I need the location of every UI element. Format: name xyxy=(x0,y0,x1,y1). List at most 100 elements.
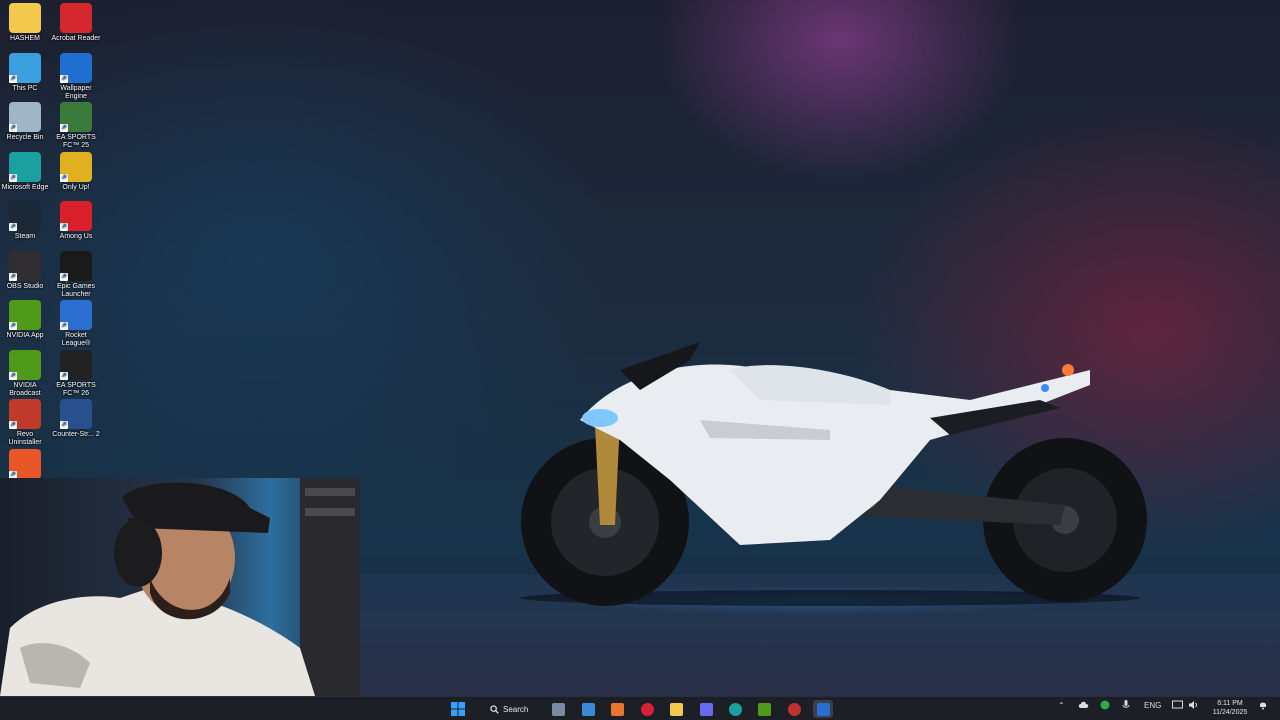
opera-app-taskbar-button[interactable] xyxy=(637,700,657,718)
shortcut-arrow-icon: ↗ xyxy=(60,223,68,231)
shortcut-arrow-icon: ↗ xyxy=(9,223,17,231)
shortcut-arrow-icon: ↗ xyxy=(60,124,68,132)
microphone-icon[interactable] xyxy=(1122,700,1130,712)
desktop-icon-label: EA SPORTS FC™ 25 xyxy=(56,134,96,149)
desktop-icon-among-us[interactable]: ↗ Among Us xyxy=(51,201,101,241)
desktop-icon-rocket-league[interactable]: ↗ Rocket League® xyxy=(51,300,101,348)
clock[interactable]: 6:11 PM 11/24/2025 xyxy=(1204,699,1256,717)
taskbar: Search ⌃ ENG 6:11 PM 11/24/2025 xyxy=(0,696,1280,720)
desktop-icon-only-up[interactable]: ↗ Only Up! xyxy=(51,151,101,192)
recycle-bin-icon: ↗ xyxy=(9,102,41,132)
shortcut-arrow-icon: ↗ xyxy=(60,421,68,429)
desktop-icon-nvidia-broadcast[interactable]: ↗ NVIDIA Broadcast xyxy=(0,349,50,398)
cloud-app-icon xyxy=(610,702,624,716)
desktop-icon-epic-games[interactable]: ↗ Epic Games Launcher xyxy=(51,250,101,299)
shortcut-arrow-icon: ↗ xyxy=(60,322,68,330)
rocket-league-icon: ↗ xyxy=(60,300,92,330)
file-explorer-app-icon xyxy=(669,702,683,716)
shortcut-arrow-icon: ↗ xyxy=(9,322,17,330)
desktop-icon-label: NVIDIA App xyxy=(6,332,44,339)
cloud-icon[interactable] xyxy=(1078,700,1090,712)
xbox-icon[interactable] xyxy=(1100,700,1110,712)
desktop-icon-label: Microsoft Edge xyxy=(1,183,49,191)
desktop-icon-revo-uninstaller[interactable]: ↗ Revo Uninstaller xyxy=(0,399,50,447)
motorcycle-image xyxy=(520,342,1147,606)
desktop-icon-nvidia[interactable]: ↗ NVIDIA App xyxy=(0,300,50,340)
network-icon[interactable] xyxy=(1172,700,1183,712)
shortcut-arrow-icon: ↗ xyxy=(60,272,68,281)
steam-icon: ↗ xyxy=(9,201,41,231)
desktop-icon-label: Steam xyxy=(14,233,36,240)
shortcut-arrow-icon: ↗ xyxy=(9,124,17,132)
desktop-icon-edge[interactable]: ↗ Microsoft Edge xyxy=(0,151,50,192)
file-explorer-app-taskbar-button[interactable] xyxy=(666,700,686,718)
shortcut-arrow-icon: ↗ xyxy=(9,371,17,380)
edge-app-taskbar-button[interactable] xyxy=(725,700,745,718)
search-label: Search xyxy=(503,704,529,714)
folder-icon xyxy=(9,3,41,33)
acrobat-icon xyxy=(60,3,92,33)
counter-strike-icon: ↗ xyxy=(60,399,92,429)
desktop-icon-label: Revo Uninstaller xyxy=(8,431,42,446)
webcam-overlay xyxy=(0,478,360,696)
shortcut-arrow-icon: ↗ xyxy=(9,173,17,182)
windows-logo-icon xyxy=(451,702,465,716)
desktop-icon-label: Acrobat Reader xyxy=(51,35,101,42)
discord-app-taskbar-button[interactable] xyxy=(696,700,716,718)
desktop-icon-label: Among Us xyxy=(59,233,93,240)
desktop-icon-label: Epic Games Launcher xyxy=(56,282,96,298)
shortcut-arrow-icon: ↗ xyxy=(60,74,68,83)
clock-time: 6:11 PM xyxy=(1217,700,1243,707)
recorder-app-icon xyxy=(787,702,801,716)
settings-app-taskbar-button[interactable] xyxy=(548,700,568,718)
shortcut-arrow-icon: ↗ xyxy=(9,74,17,83)
language-indicator[interactable]: ENG xyxy=(1144,701,1161,710)
wallpaper-engine-icon: ↗ xyxy=(60,52,92,83)
ccc-icon: ↗ xyxy=(9,448,41,479)
revo-uninstaller-icon: ↗ xyxy=(9,399,41,429)
desktop-icon-wallpaper-engine[interactable]: ↗ Wallpaper Engine xyxy=(51,52,101,101)
desktop-icon-label: This PC xyxy=(12,84,38,92)
nvidia-icon: ↗ xyxy=(9,300,41,330)
epic-games-icon: ↗ xyxy=(60,250,92,281)
shortcut-arrow-icon: ↗ xyxy=(9,272,17,281)
edge-icon: ↗ xyxy=(9,151,41,182)
desktop-icon-acrobat[interactable]: Acrobat Reader xyxy=(51,3,101,43)
chevron-up-icon[interactable]: ⌃ xyxy=(1058,701,1065,710)
recorder-app-taskbar-button[interactable] xyxy=(784,700,804,718)
clock-date: 11/24/2025 xyxy=(1212,709,1248,716)
nvidia-broadcast-icon: ↗ xyxy=(9,349,41,380)
search-button[interactable]: Search xyxy=(482,700,542,718)
rocket-league-app-icon xyxy=(816,702,830,716)
ea-fc26-icon: ↗ xyxy=(60,349,92,380)
desktop-wallpaper: HASHEM Acrobat Reader ↗ This PC ↗ Wallpaper E… xyxy=(0,0,1280,696)
nvidia-app-taskbar-button[interactable] xyxy=(754,700,774,718)
start-button[interactable] xyxy=(448,700,468,718)
desktop-icon-obs[interactable]: ↗ OBS Studio xyxy=(0,250,50,291)
photos-app-taskbar-button[interactable] xyxy=(578,700,598,718)
monitor-icon: ↗ xyxy=(9,52,41,83)
desktop-icon-label: EA SPORTS FC™ 26 xyxy=(56,381,96,397)
desktop-icon-label: Wallpaper Engine xyxy=(60,84,92,100)
desktop-icon-counter-strike[interactable]: ↗ Counter-Str... 2 xyxy=(51,399,101,439)
desktop-icon-label: OBS Studio xyxy=(6,282,44,290)
opera-app-icon xyxy=(640,702,654,716)
volume-icon[interactable] xyxy=(1188,700,1199,712)
desktop-icon-monitor[interactable]: ↗ This PC xyxy=(0,52,50,93)
desktop-icon-steam[interactable]: ↗ Steam xyxy=(0,201,50,241)
photos-app-icon xyxy=(581,702,595,716)
desktop-icon-ea-fc25[interactable]: ↗ EA SPORTS FC™ 25 xyxy=(51,102,101,150)
notification-bell-icon[interactable] xyxy=(1258,700,1268,712)
shortcut-arrow-icon: ↗ xyxy=(9,421,17,429)
desktop-icon-folder[interactable]: HASHEM xyxy=(0,3,50,43)
desktop-icon-recycle-bin[interactable]: ↗ Recycle Bin xyxy=(0,102,50,142)
ea-fc25-icon: ↗ xyxy=(60,102,92,132)
discord-app-icon xyxy=(699,702,713,716)
desktop-icon-ea-fc26[interactable]: ↗ EA SPORTS FC™ 26 xyxy=(51,349,101,398)
search-icon xyxy=(490,704,499,714)
obs-icon: ↗ xyxy=(9,250,41,281)
desktop-icon-label: HASHEM xyxy=(10,35,40,42)
cloud-app-taskbar-button[interactable] xyxy=(607,700,627,718)
rocket-league-app-taskbar-button[interactable] xyxy=(813,700,833,718)
shortcut-arrow-icon: ↗ xyxy=(60,371,68,380)
